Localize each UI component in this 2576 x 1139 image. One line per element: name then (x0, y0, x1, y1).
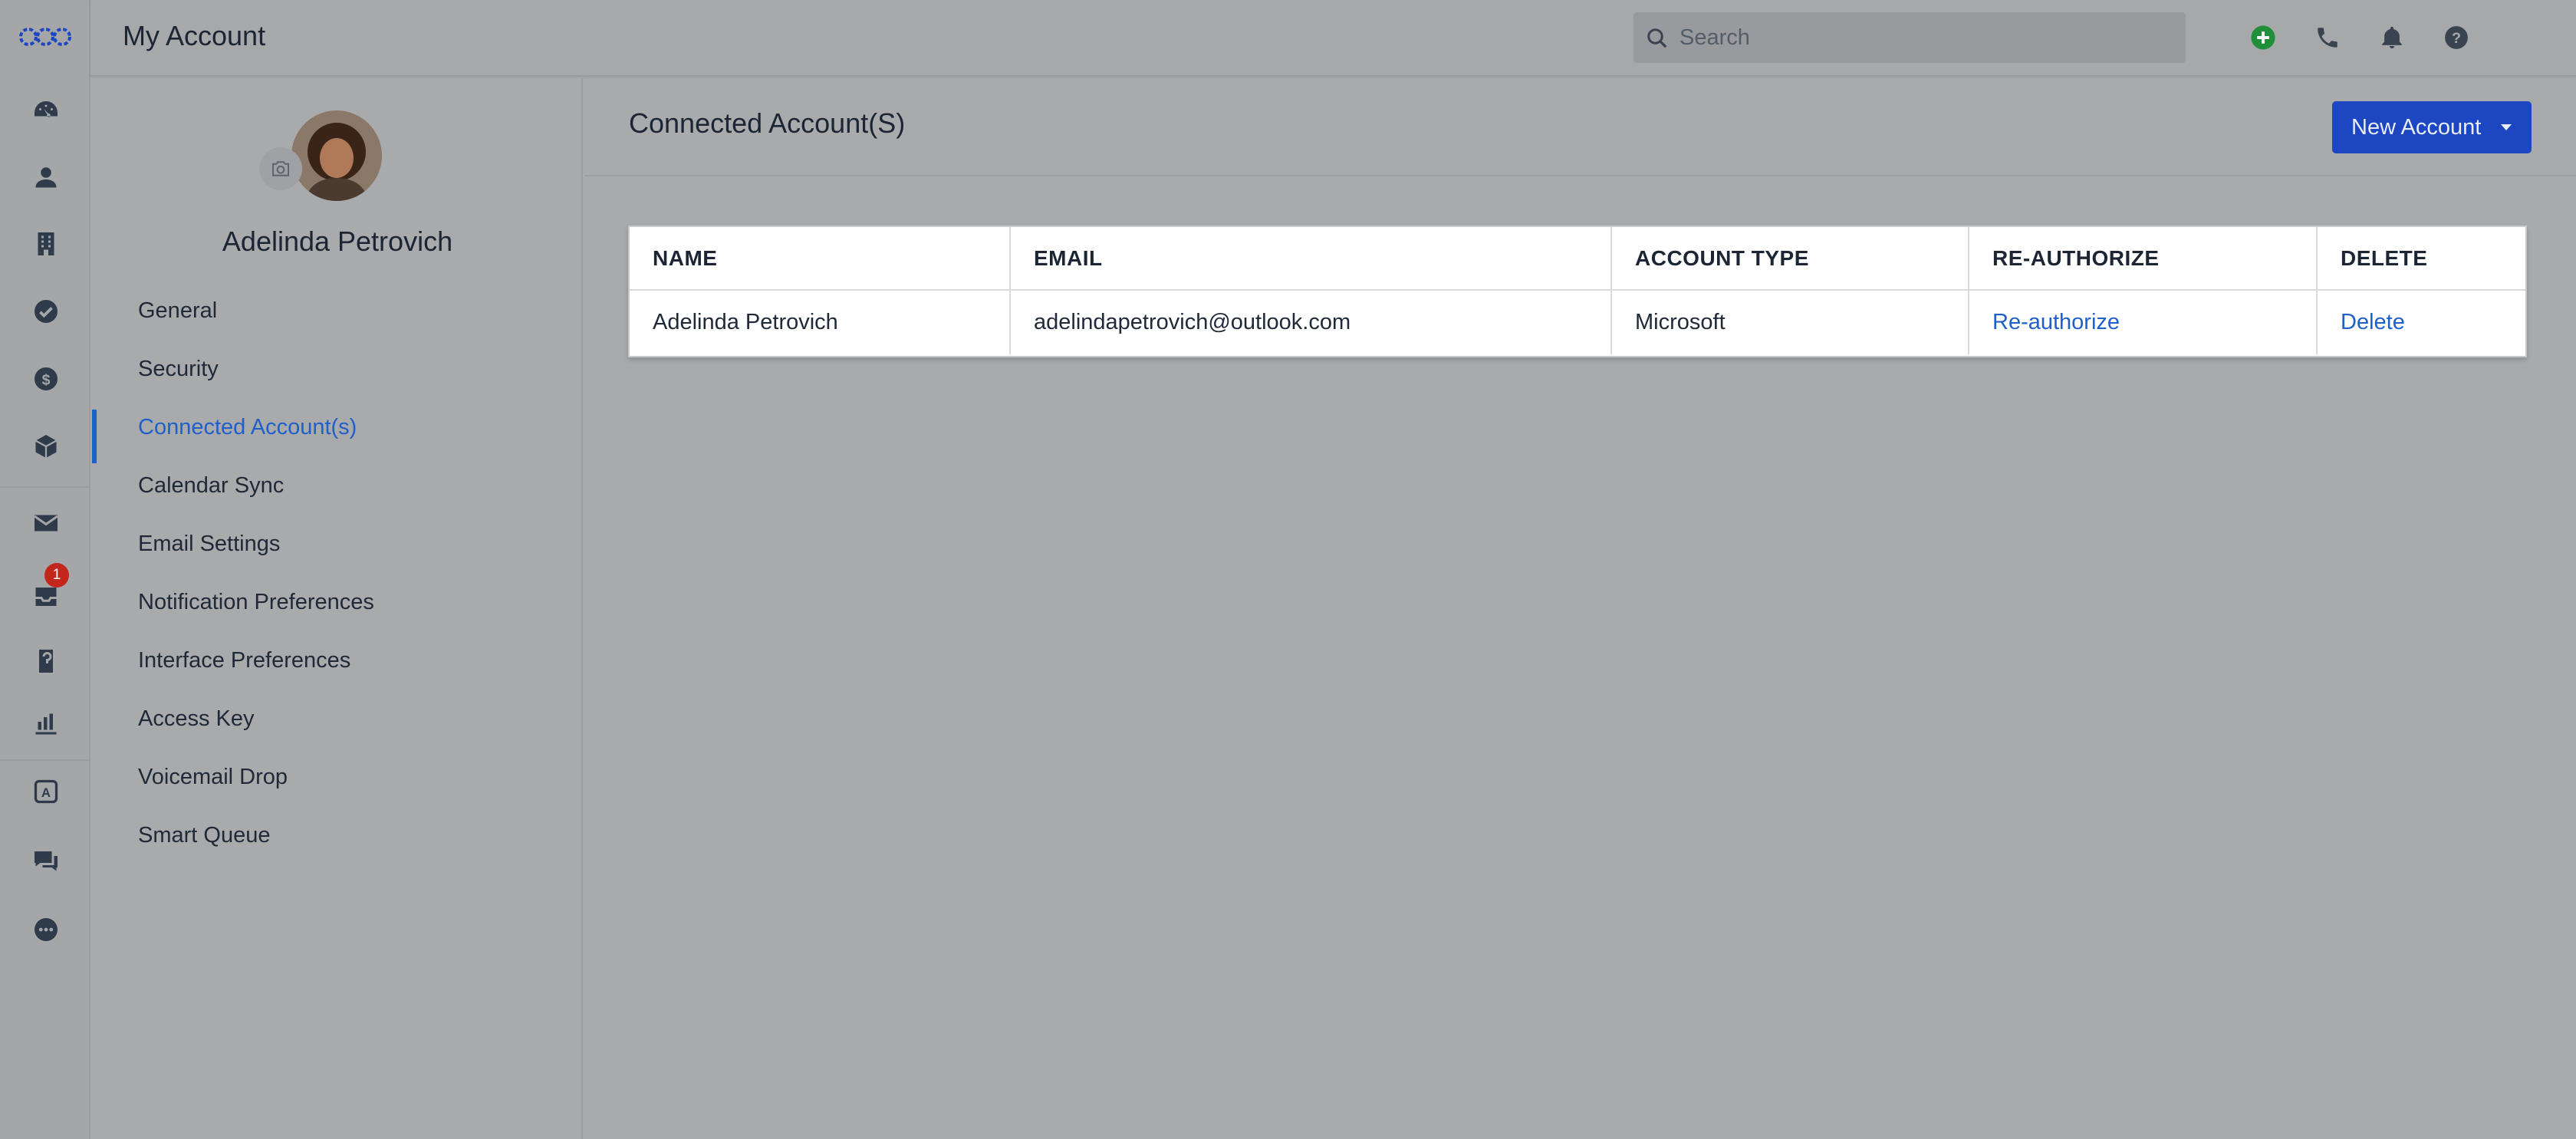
settings-nav: General Security Connected Account(s) Ca… (92, 293, 583, 876)
dashboard-icon[interactable] (31, 95, 61, 126)
phone-icon[interactable] (2313, 23, 2342, 52)
tasks-icon[interactable] (31, 296, 61, 327)
phone-log-icon[interactable] (31, 646, 61, 676)
svg-text:?: ? (2452, 30, 2461, 47)
cell-name: Adelinda Petrovich (630, 290, 1011, 354)
settings-sidebar: Adelinda Petrovich General Security Conn… (92, 78, 583, 1139)
automation-icon[interactable]: A (31, 776, 61, 807)
reports-icon[interactable] (31, 709, 61, 739)
cell-account-type: Microsoft (1611, 290, 1969, 354)
search-icon (1647, 28, 1667, 48)
rail-divider (0, 486, 90, 488)
app-nav-rail: $ 1 A (0, 0, 90, 1139)
app-logo-icon[interactable] (18, 21, 72, 52)
search-input[interactable] (1679, 12, 2170, 63)
notifications-icon[interactable] (2377, 23, 2407, 52)
nav-security[interactable]: Security (92, 351, 583, 410)
nav-calendar-sync[interactable]: Calendar Sync (92, 468, 583, 526)
content-header: Connected Account(S) New Account (584, 78, 2576, 176)
chat-icon[interactable] (31, 845, 61, 876)
camera-icon (272, 161, 289, 176)
nav-email-settings[interactable]: Email Settings (92, 526, 583, 584)
top-header: My Account ? (90, 0, 2576, 77)
column-header-email: EMAIL (1010, 227, 1612, 291)
section-title: Connected Account(S) (629, 107, 906, 139)
profile-photo (291, 110, 382, 201)
caret-down-icon (2501, 124, 2512, 130)
svg-text:$: $ (42, 372, 51, 389)
connected-accounts-table: NAME EMAIL ACCOUNT TYPE RE-AUTHORIZE DEL… (628, 225, 2527, 357)
change-photo-button[interactable] (259, 147, 302, 190)
nav-general[interactable]: General (92, 293, 583, 351)
table-header-row: NAME EMAIL ACCOUNT TYPE RE-AUTHORIZE DEL… (630, 227, 2525, 291)
nav-access-key[interactable]: Access Key (92, 701, 583, 759)
contact-icon[interactable] (31, 162, 61, 193)
nav-connected-accounts[interactable]: Connected Account(s) (92, 410, 583, 468)
cell-email: adelindapetrovich@outlook.com (1010, 290, 1612, 354)
inbox-badge: 1 (44, 563, 69, 588)
column-header-account-type: ACCOUNT TYPE (1611, 227, 1969, 291)
svg-text:A: A (41, 786, 51, 800)
new-account-button[interactable]: New Account (2332, 101, 2532, 153)
more-icon[interactable] (31, 914, 61, 945)
reauthorize-link[interactable]: Re-authorize (1969, 290, 2318, 354)
search-box[interactable] (1633, 12, 2186, 63)
nav-smart-queue[interactable]: Smart Queue (92, 818, 583, 876)
nav-notification-preferences[interactable]: Notification Preferences (92, 584, 583, 643)
help-icon[interactable]: ? (2442, 23, 2471, 52)
deals-icon[interactable]: $ (31, 364, 61, 394)
delete-link[interactable]: Delete (2317, 290, 2525, 354)
mail-icon[interactable] (31, 508, 61, 538)
nav-interface-preferences[interactable]: Interface Preferences (92, 643, 583, 701)
products-icon[interactable] (31, 431, 61, 462)
profile-name: Adelinda Petrovich (222, 225, 453, 257)
column-header-delete: DELETE (2317, 227, 2525, 291)
company-icon[interactable] (31, 229, 61, 259)
column-header-name: NAME (630, 227, 1011, 291)
page-title: My Account (123, 20, 266, 51)
table-row: Adelinda Petrovich adelindapetrovich@out… (630, 290, 2525, 354)
add-icon[interactable] (2249, 23, 2278, 52)
new-account-label: New Account (2351, 114, 2482, 140)
nav-voicemail-drop[interactable]: Voicemail Drop (92, 759, 583, 818)
rail-divider (0, 759, 90, 761)
column-header-reauthorize: RE-AUTHORIZE (1969, 227, 2318, 291)
